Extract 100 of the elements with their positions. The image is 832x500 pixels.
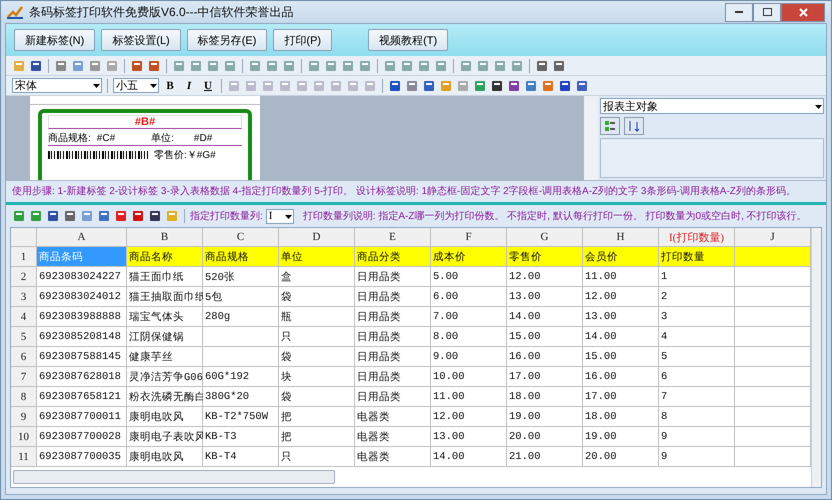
table-cell[interactable]: 12.00 bbox=[507, 267, 583, 287]
table-cell[interactable]: 袋 bbox=[279, 387, 355, 407]
table-cell[interactable]: 5 bbox=[659, 347, 735, 367]
table-cell[interactable] bbox=[735, 407, 811, 427]
column-header[interactable]: I(打印数量) bbox=[659, 228, 735, 247]
row-header[interactable]: 6 bbox=[11, 347, 37, 367]
table-cell[interactable]: 2 bbox=[659, 287, 735, 307]
table-cell[interactable]: 12.00 bbox=[583, 287, 659, 307]
row-header[interactable]: 8 bbox=[11, 387, 37, 407]
table-cell[interactable]: 14.00 bbox=[431, 447, 507, 467]
table-cell[interactable]: 瓶 bbox=[279, 307, 355, 327]
column-header[interactable]: A bbox=[37, 228, 127, 247]
row-header[interactable]: 2 bbox=[11, 267, 37, 287]
table-cell[interactable]: 日用品类 bbox=[355, 347, 431, 367]
table-cell[interactable]: 11.00 bbox=[583, 267, 659, 287]
table-cell[interactable]: 6923087588145 bbox=[37, 347, 127, 367]
minimize-button[interactable] bbox=[725, 2, 753, 22]
table-cell[interactable]: 6923083988888 bbox=[37, 307, 127, 327]
table-cell[interactable]: 零售价 bbox=[507, 247, 583, 267]
column-header[interactable]: H bbox=[583, 228, 659, 247]
table-cell[interactable]: 13.00 bbox=[431, 427, 507, 447]
row-header[interactable]: 10 bbox=[11, 427, 37, 447]
table-cell[interactable]: 灵净洁芳争G06 bbox=[127, 367, 203, 387]
table-cell[interactable]: 16.00 bbox=[583, 367, 659, 387]
table-cell[interactable]: KB-T4 bbox=[203, 447, 279, 467]
table-cell[interactable]: 成本价 bbox=[431, 247, 507, 267]
table-cell[interactable]: 盒 bbox=[279, 267, 355, 287]
sort-button[interactable] bbox=[624, 117, 644, 135]
table-cell[interactable]: 只 bbox=[279, 327, 355, 347]
table-cell[interactable]: 6923087628018 bbox=[37, 367, 127, 387]
table-cell[interactable]: 20.00 bbox=[583, 447, 659, 467]
table-cell[interactable]: 6923087700011 bbox=[37, 407, 127, 427]
row-header[interactable]: 7 bbox=[11, 367, 37, 387]
table-cell[interactable]: 14.00 bbox=[507, 307, 583, 327]
maximize-button[interactable] bbox=[753, 2, 781, 22]
table-cell[interactable]: 6.00 bbox=[431, 287, 507, 307]
table-cell[interactable]: 16.00 bbox=[507, 347, 583, 367]
toolbar-button[interactable]: 打印(P) bbox=[273, 29, 332, 51]
vertical-scrollbar[interactable] bbox=[811, 228, 821, 487]
table-cell[interactable]: 19.00 bbox=[583, 427, 659, 447]
table-cell[interactable] bbox=[735, 287, 811, 307]
table-cell[interactable]: 7 bbox=[659, 387, 735, 407]
font-size-select[interactable]: 小五 bbox=[113, 78, 159, 93]
table-cell[interactable]: 15.00 bbox=[583, 347, 659, 367]
table-cell[interactable]: 商品分类 bbox=[355, 247, 431, 267]
table-cell[interactable]: 只 bbox=[279, 447, 355, 467]
close-button[interactable] bbox=[781, 2, 825, 22]
table-cell[interactable]: 9 bbox=[659, 427, 735, 447]
table-cell[interactable]: 380G*20 bbox=[203, 387, 279, 407]
table-cell[interactable]: 18.00 bbox=[583, 407, 659, 427]
table-cell[interactable]: 4 bbox=[659, 327, 735, 347]
table-cell[interactable]: 12.00 bbox=[431, 407, 507, 427]
table-cell[interactable] bbox=[735, 367, 811, 387]
row-header[interactable]: 9 bbox=[11, 407, 37, 427]
underline-button[interactable]: U bbox=[200, 78, 216, 94]
row-header[interactable]: 3 bbox=[11, 287, 37, 307]
table-cell[interactable]: 电器类 bbox=[355, 427, 431, 447]
table-cell[interactable] bbox=[735, 267, 811, 287]
table-cell[interactable]: 日用品类 bbox=[355, 307, 431, 327]
row-header[interactable]: 4 bbox=[11, 307, 37, 327]
table-cell[interactable]: 袋 bbox=[279, 347, 355, 367]
table-cell[interactable]: 17.00 bbox=[583, 387, 659, 407]
table-cell[interactable]: 康明电吹风 bbox=[127, 407, 203, 427]
table-cell[interactable]: 9 bbox=[659, 447, 735, 467]
table-cell[interactable]: 电器类 bbox=[355, 447, 431, 467]
table-cell[interactable]: 康明电吹风 bbox=[127, 447, 203, 467]
table-cell[interactable]: 9.00 bbox=[431, 347, 507, 367]
column-header[interactable]: D bbox=[279, 228, 355, 247]
table-cell[interactable]: 把 bbox=[279, 427, 355, 447]
font-select[interactable]: 宋体 bbox=[12, 78, 102, 93]
horizontal-scrollbar[interactable] bbox=[13, 470, 335, 484]
table-cell[interactable]: 6923083024227 bbox=[37, 267, 127, 287]
table-cell[interactable]: KB-T3 bbox=[203, 427, 279, 447]
table-cell[interactable]: 5.00 bbox=[431, 267, 507, 287]
table-cell[interactable]: 10.00 bbox=[431, 367, 507, 387]
column-header[interactable]: J bbox=[735, 228, 811, 247]
table-cell[interactable] bbox=[735, 387, 811, 407]
table-cell[interactable]: 17.00 bbox=[507, 367, 583, 387]
toolbar-button[interactable]: 新建标签(N) bbox=[14, 29, 96, 51]
toolbar-button[interactable]: 视频教程(T) bbox=[368, 29, 448, 51]
toolbar-button[interactable]: 标签另存(E) bbox=[186, 29, 268, 51]
column-header[interactable]: F bbox=[431, 228, 507, 247]
table-cell[interactable]: 打印数量 bbox=[659, 247, 735, 267]
table-cell[interactable]: 电器类 bbox=[355, 407, 431, 427]
table-cell[interactable]: 18.00 bbox=[507, 387, 583, 407]
table-cell[interactable]: 8 bbox=[659, 407, 735, 427]
table-cell[interactable]: 6 bbox=[659, 367, 735, 387]
table-cell[interactable] bbox=[735, 247, 811, 267]
table-cell[interactable]: 商品名称 bbox=[127, 247, 203, 267]
category-view-button[interactable] bbox=[600, 117, 620, 135]
table-cell[interactable]: 14.00 bbox=[583, 327, 659, 347]
table-cell[interactable]: 7.00 bbox=[431, 307, 507, 327]
table-cell[interactable] bbox=[735, 307, 811, 327]
toolbar-button[interactable]: 标签设置(L) bbox=[101, 29, 181, 51]
table-cell[interactable]: 猫王面巾纸 bbox=[127, 267, 203, 287]
table-cell[interactable]: 13.00 bbox=[583, 307, 659, 327]
column-header[interactable]: C bbox=[203, 228, 279, 247]
table-cell[interactable]: 会员价 bbox=[583, 247, 659, 267]
print-column-select[interactable]: I bbox=[266, 208, 294, 224]
table-cell[interactable]: 江阴保健锅 bbox=[127, 327, 203, 347]
